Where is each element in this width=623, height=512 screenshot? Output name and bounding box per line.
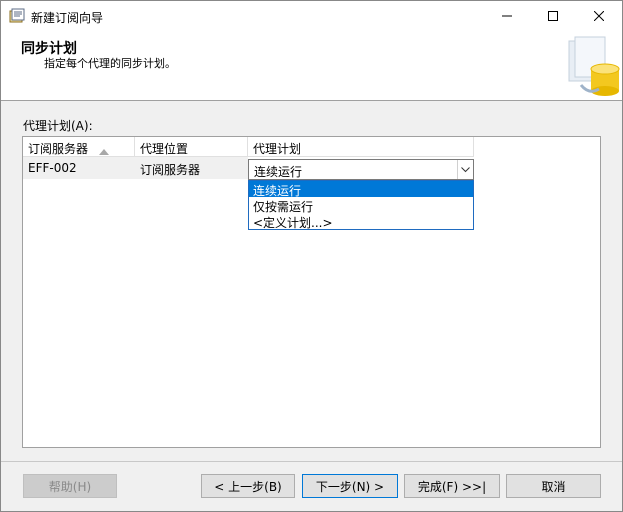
footer-divider: [1, 461, 622, 462]
page-subtitle: 指定每个代理的同步计划。: [44, 57, 176, 70]
window-title: 新建订阅向导: [31, 11, 104, 25]
minimize-button[interactable]: [484, 1, 530, 31]
dropdown-option-on-demand[interactable]: 仅按需运行: [249, 197, 473, 214]
wizard-window: 新建订阅向导 同步计划 指定每个代理的同步计划。 代理计划(A): 订阅服务器 …: [0, 0, 623, 512]
dropdown-option-continuous[interactable]: 连续运行: [249, 181, 473, 198]
column-header-location[interactable]: 代理位置: [135, 137, 248, 157]
column-header-subscriber[interactable]: 订阅服务器: [23, 137, 135, 157]
back-button[interactable]: < 上一步(B): [201, 474, 295, 498]
column-header-label: 代理位置: [140, 142, 189, 156]
sort-ascending-icon: [99, 144, 109, 158]
agent-schedule-grid: 订阅服务器 代理位置 代理计划 EFF-002 订阅服务器 连续运行 连续运行: [22, 136, 601, 448]
title-bar: 新建订阅向导: [1, 1, 622, 31]
schedule-combobox[interactable]: 连续运行: [248, 159, 474, 180]
finish-button[interactable]: 完成(F) >>|: [404, 474, 500, 498]
help-button[interactable]: 帮助(H): [23, 474, 117, 498]
grid-header: 订阅服务器 代理位置 代理计划: [23, 137, 474, 157]
next-button[interactable]: 下一步(N) >: [302, 474, 398, 498]
maximize-button[interactable]: [530, 1, 576, 31]
wizard-header: 同步计划 指定每个代理的同步计划。: [1, 31, 622, 101]
agent-schedule-label: 代理计划(A):: [23, 119, 93, 133]
schedule-dropdown-list: 连续运行 仅按需运行 <定义计划...>: [248, 180, 474, 230]
column-header-label: 代理计划: [253, 142, 302, 156]
column-header-schedule[interactable]: 代理计划: [248, 137, 474, 157]
chevron-down-icon[interactable]: [457, 160, 473, 179]
cancel-button[interactable]: 取消: [506, 474, 601, 498]
dropdown-option-define-schedule[interactable]: <定义计划...>: [249, 213, 473, 230]
schedule-combobox-value: 连续运行: [254, 165, 303, 179]
database-sync-icon: [561, 35, 621, 99]
column-header-label: 订阅服务器: [28, 142, 89, 156]
wizard-app-icon: [9, 8, 25, 24]
cell-subscriber: EFF-002: [23, 157, 135, 179]
close-button[interactable]: [576, 1, 622, 31]
cell-location: 订阅服务器: [135, 157, 248, 179]
